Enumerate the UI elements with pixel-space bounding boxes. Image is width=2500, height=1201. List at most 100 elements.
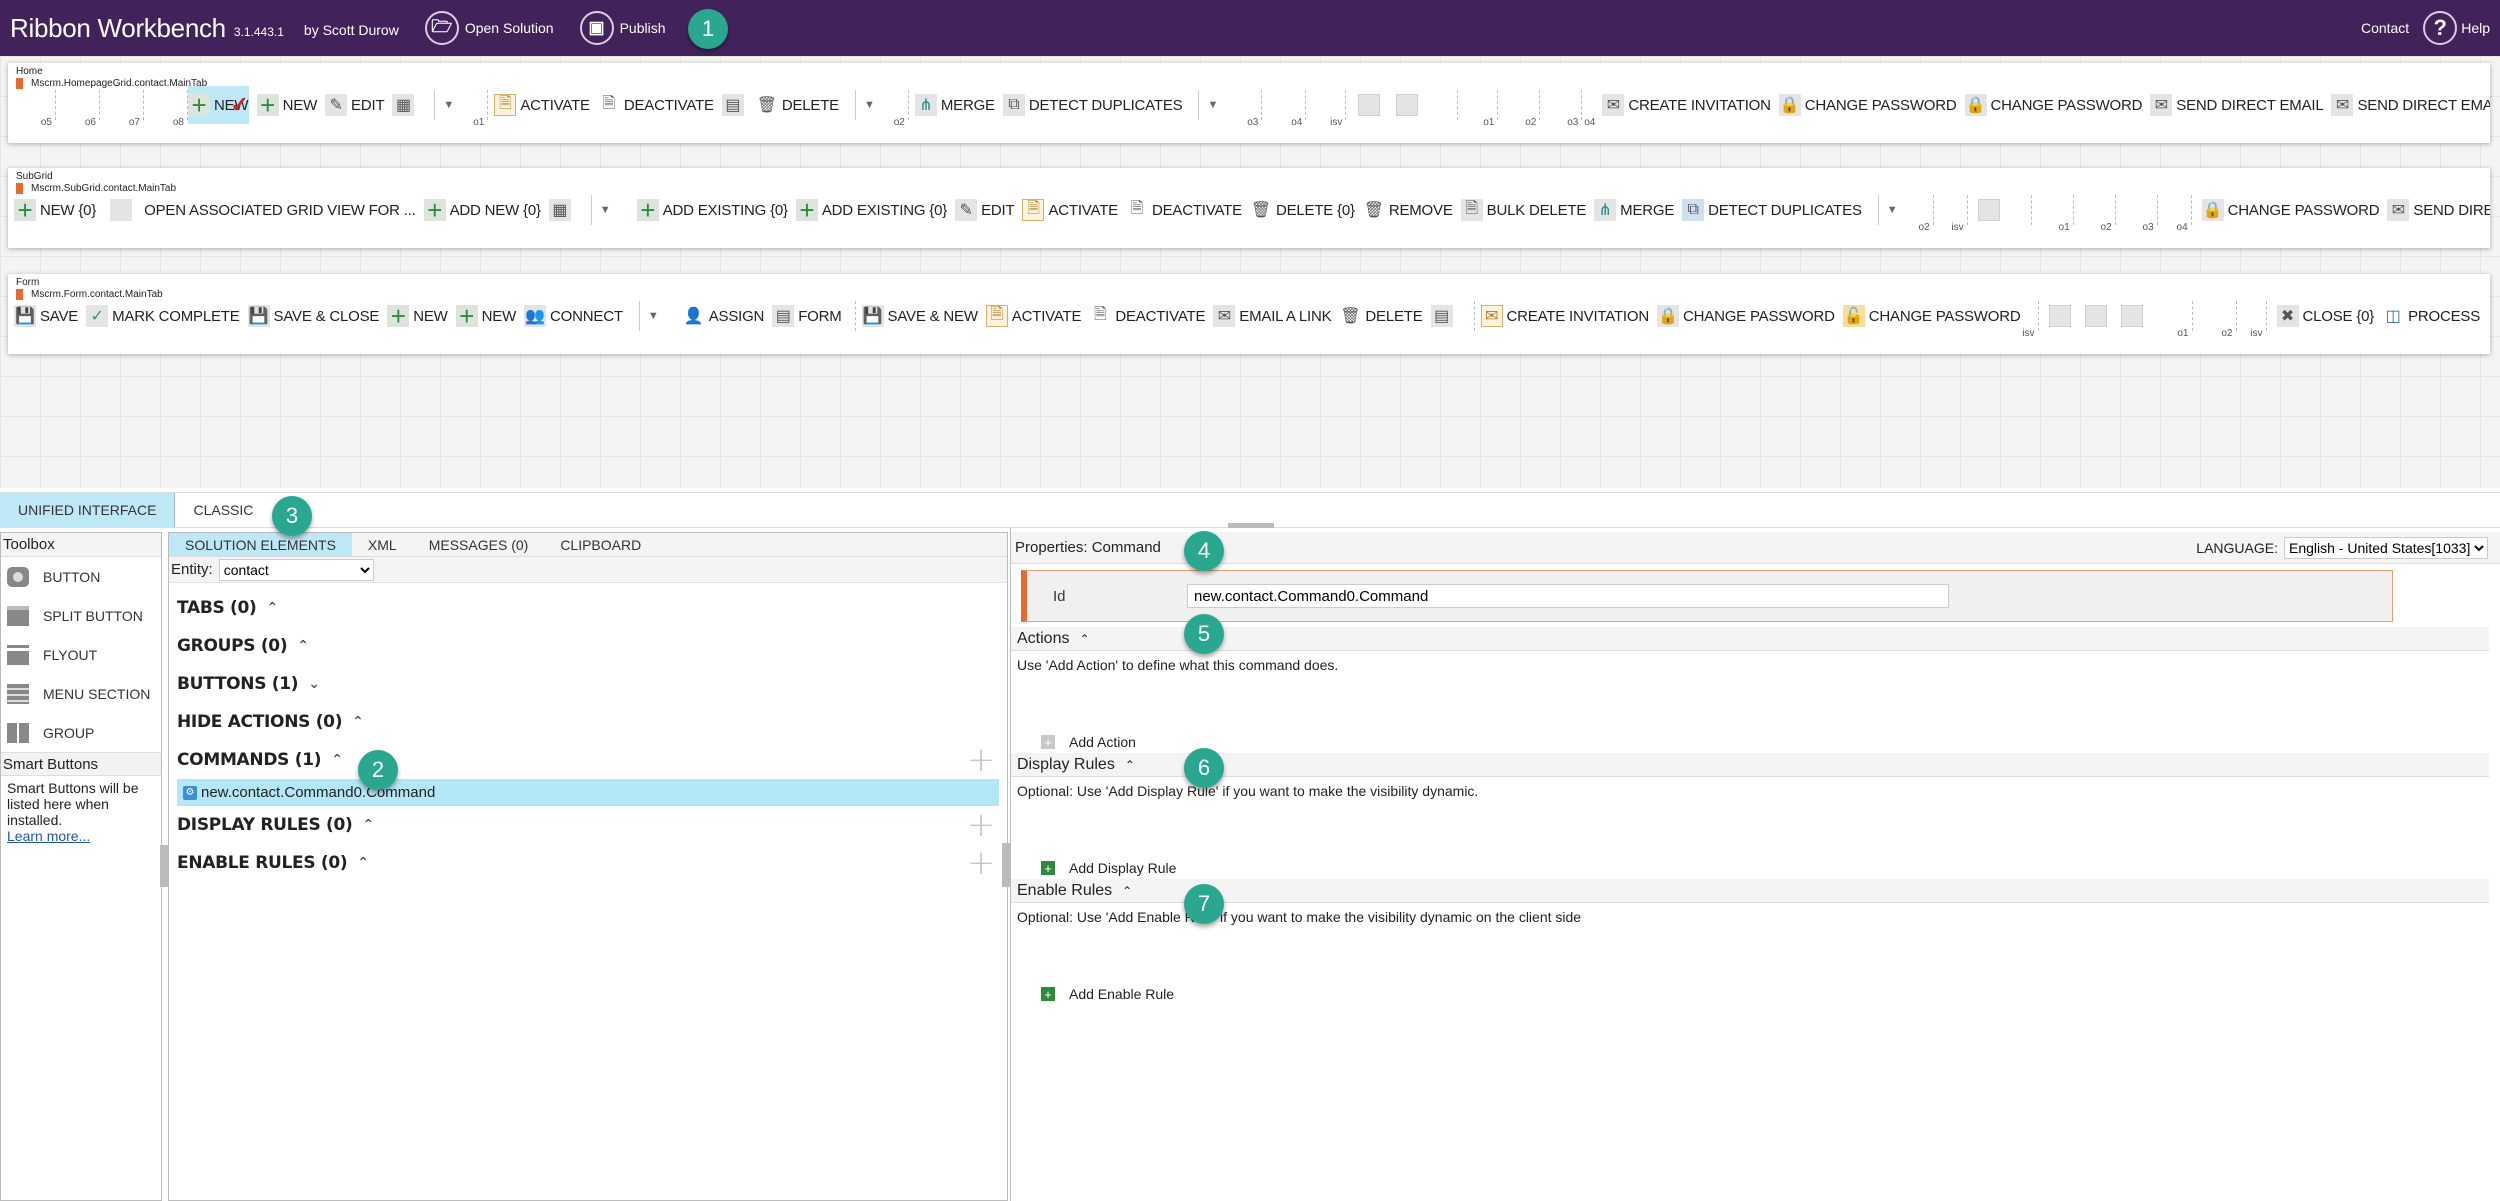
ribbon-button-activate[interactable]: 🗎 ACTIVATE — [1022, 196, 1118, 224]
ribbon-button-form[interactable]: ▤ FORM — [772, 302, 842, 330]
open-solution-button[interactable]: 🗁 Open Solution — [424, 11, 554, 45]
ribbon-button-new[interactable]: + NEW — [387, 302, 448, 330]
add-enable-rule-button[interactable]: + — [967, 843, 996, 883]
toolbox-item-menu-section[interactable]: MENU SECTION — [1, 674, 161, 713]
ribbon-button-open-associated-grid[interactable]: OPEN ASSOCIATED GRID VIEW FOR ... — [110, 196, 416, 224]
ribbon-button-save-new[interactable]: 💾 SAVE & NEW — [861, 302, 978, 330]
dropdown-arrow-icon[interactable]: ▼ — [443, 99, 454, 111]
slot[interactable]: o2 — [1502, 90, 1541, 128]
slot[interactable]: o3 — [1544, 90, 1583, 128]
slot[interactable]: o3 — [2120, 195, 2158, 233]
section-enable-rules[interactable]: ENABLE RULES (0) ⌃ + — [169, 843, 1007, 883]
toolbox-item-button[interactable]: BUTTON — [1, 557, 161, 596]
placeholder-button[interactable] — [1977, 199, 2000, 221]
dropdown-arrow-icon[interactable]: ▼ — [648, 310, 659, 322]
placeholder-button[interactable] — [2048, 305, 2071, 327]
ribbon-button-email-link[interactable]: ✉ EMAIL A LINK — [1213, 302, 1332, 330]
slot[interactable]: o2 — [2078, 195, 2116, 233]
ribbon-button-delete[interactable]: 🗑 DELETE — [1339, 302, 1423, 330]
ribbon-button-connect[interactable]: 👥 CONNECT — [524, 302, 623, 330]
section-groups[interactable]: GROUPS (0) ⌃ — [169, 627, 1007, 665]
ribbon-button-close[interactable]: ✖ CLOSE {0} — [2276, 302, 2374, 330]
ribbon-button-deactivate[interactable]: 🗎 DEACTIVATE — [597, 91, 714, 119]
dropdown-arrow-icon[interactable]: ▼ — [1207, 99, 1218, 111]
help-link[interactable]: Help — [2461, 20, 2490, 36]
ribbon-button-detect-duplicates[interactable]: ⧉ DETECT DUPLICATES — [1002, 91, 1183, 119]
slot[interactable]: o2 — [1912, 195, 1934, 233]
ribbon-button-create-invitation[interactable]: ✉ CREATE INVITATION — [1480, 302, 1649, 330]
ribbon-button-activate[interactable]: 🗎 ACTIVATE — [494, 91, 590, 119]
chevron-up-icon[interactable]: ⌃ — [297, 638, 309, 654]
section-commands[interactable]: COMMANDS (1) ⌃ + — [169, 740, 1007, 780]
chevron-up-icon[interactable]: ⌃ — [1079, 632, 1089, 646]
ribbon-button-form[interactable]: ▤ — [1430, 302, 1457, 330]
slot[interactable] — [2016, 195, 2032, 225]
ribbon-button-change-password[interactable]: 🔒 CHANGE PASSWORD — [1778, 91, 1957, 119]
ribbon-button-detect-duplicates[interactable]: ⧉ DETECT DUPLICATES — [1682, 196, 1862, 224]
ribbon-button-new-selected[interactable]: + NEW ✓ — [188, 86, 249, 124]
ribbon-button-delete[interactable]: 🗑 DELETE — [755, 91, 839, 119]
ribbon-button-mark-complete[interactable]: ✓ MARK COMPLETE — [86, 302, 240, 330]
placeholder-button[interactable] — [2084, 305, 2107, 327]
add-command-button[interactable]: + — [967, 740, 996, 780]
ribbon-button-bulk-delete[interactable]: 🗎 BULK DELETE — [1460, 196, 1586, 224]
slot[interactable]: o6 — [60, 90, 100, 128]
tab-solution-elements[interactable]: SOLUTION ELEMENTS — [169, 533, 352, 556]
placeholder-button[interactable] — [1396, 94, 1419, 116]
slot[interactable] — [1465, 301, 1475, 331]
slot[interactable] — [850, 301, 856, 331]
slot[interactable]: o1 — [2157, 301, 2193, 339]
ribbon-button-change-password[interactable]: 🔓 CHANGE PASSWORD — [1842, 302, 2021, 330]
slot[interactable]: o1 — [1462, 90, 1499, 128]
tab-messages[interactable]: MESSAGES (0) — [413, 533, 545, 556]
ribbon-button-change-password[interactable]: 🔒 CHANGE PASSWORD — [1657, 302, 1835, 330]
dropdown-arrow-icon[interactable]: ▼ — [864, 99, 875, 111]
ribbon-button-process[interactable]: ◫ PROCESS — [2382, 302, 2480, 330]
slot[interactable]: isv — [2022, 301, 2039, 339]
ribbon-button-send-direct-email[interactable]: ✉SEND DIRECT EMAIL — [2331, 91, 2490, 119]
ribbon-button-assign[interactable]: 👤 ASSIGN — [682, 302, 764, 330]
ribbon-button-send-direct-email[interactable]: ✉SEND DIRECT EMAIL — [2150, 91, 2324, 119]
tab-xml[interactable]: XML — [352, 533, 413, 556]
ribbon-button-change-password[interactable]: 🔒 CHANGE PASSWORD — [2201, 196, 2380, 224]
language-select[interactable]: English - United States[1033] — [2284, 536, 2488, 559]
slot[interactable]: o1 — [468, 90, 489, 128]
dropdown-arrow-icon[interactable]: ▼ — [1887, 204, 1898, 216]
add-action-button[interactable]: + Add Action — [1011, 731, 2500, 753]
ribbon-button-create-invitation[interactable]: ✉ CREATE INVITATION — [1602, 91, 1771, 119]
tab-classic[interactable]: CLASSIC — [175, 493, 271, 527]
slot[interactable]: o4 — [2162, 195, 2192, 233]
ribbon-button-new[interactable]: + NEW — [256, 91, 317, 119]
ribbon-button-edit[interactable]: ✎ EDIT — [955, 196, 1015, 224]
entity-select[interactable]: contact — [218, 558, 374, 581]
slot[interactable]: o2 — [889, 90, 909, 128]
tab-unified-interface[interactable]: UNIFIED INTERFACE — [0, 493, 176, 527]
section-display-rules[interactable]: DISPLAY RULES (0) ⌃ + — [169, 805, 1007, 845]
tab-clipboard[interactable]: CLIPBOARD — [544, 533, 657, 556]
ribbon-button-add-existing[interactable]: + ADD EXISTING {0} — [636, 196, 788, 224]
chevron-up-icon[interactable]: ⌃ — [1125, 758, 1135, 772]
enable-rules-section-header[interactable]: Enable Rules ⌃ — [1011, 879, 2489, 903]
command-id-input[interactable] — [1187, 584, 1949, 608]
ribbon-button-send-direct-email[interactable]: ✉SEND DIRECT EMAIL — [2387, 196, 2490, 224]
slot[interactable] — [1434, 90, 1459, 120]
ribbon-button-save[interactable]: 💾 SAVE — [14, 302, 78, 330]
slot[interactable]: o7 — [104, 90, 144, 128]
chevron-up-icon[interactable]: ⌃ — [1122, 884, 1132, 898]
display-rules-section-header[interactable]: Display Rules ⌃ — [1011, 753, 2489, 777]
placeholder-button[interactable] — [1358, 94, 1381, 116]
section-hide-actions[interactable]: HIDE ACTIONS (0) ⌃ — [169, 703, 1007, 741]
ribbon-button-remove[interactable]: 🗑 REMOVE — [1362, 196, 1453, 224]
slot[interactable]: o8 — [148, 90, 188, 128]
toolbox-item-flyout[interactable]: FLYOUT — [1, 635, 161, 674]
toolbox-splitter[interactable] — [160, 845, 168, 887]
ribbon-button-delete[interactable]: 🗑 DELETE {0} — [1249, 196, 1355, 224]
ribbon-button-new[interactable]: + NEW {0} — [14, 196, 96, 224]
learn-more-link[interactable]: Learn more... — [7, 828, 90, 844]
ribbon-button-grid-view[interactable]: ▦ — [548, 196, 575, 224]
slot[interactable]: isv — [1310, 90, 1347, 128]
add-display-rule-button[interactable]: + — [967, 805, 996, 845]
ribbon-button-add-new[interactable]: + ADD NEW {0} — [423, 196, 541, 224]
slot[interactable]: o3 — [1232, 90, 1263, 128]
slot[interactable]: o4 — [1584, 90, 1598, 128]
